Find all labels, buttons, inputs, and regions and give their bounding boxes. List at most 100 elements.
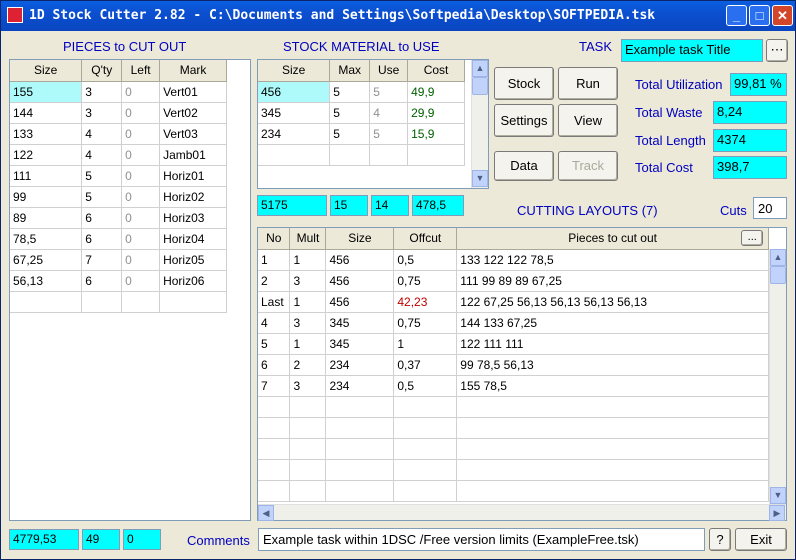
pieces-cell[interactable]: 0 bbox=[121, 186, 161, 208]
layouts-ellipsis-button[interactable]: ... bbox=[741, 230, 764, 246]
pieces-col-size[interactable]: Size bbox=[10, 60, 83, 82]
layouts-cell[interactable] bbox=[456, 459, 769, 481]
pieces-col-left[interactable]: Left bbox=[121, 60, 161, 82]
stock-cell[interactable]: 5 bbox=[329, 123, 371, 145]
comments-input[interactable]: Example task within 1DSC /Free version l… bbox=[258, 528, 705, 551]
layouts-col-size[interactable]: Size bbox=[325, 228, 395, 250]
pieces-cell[interactable]: 0 bbox=[121, 165, 161, 187]
pieces-col-qty[interactable]: Q'ty bbox=[81, 60, 123, 82]
layouts-cell[interactable] bbox=[393, 417, 458, 439]
settings-button[interactable]: Settings bbox=[494, 104, 554, 137]
pieces-cell[interactable]: 78,5 bbox=[10, 228, 83, 250]
pieces-cell[interactable] bbox=[159, 291, 227, 313]
pieces-cell[interactable]: 111 bbox=[10, 165, 83, 187]
stock-row[interactable] bbox=[258, 144, 465, 166]
layouts-cell[interactable]: 133 122 122 78,5 bbox=[456, 249, 769, 271]
pieces-row[interactable]: 99 5 0 Horiz02 bbox=[10, 186, 227, 208]
stock-col-cost[interactable]: Cost bbox=[407, 60, 465, 82]
layouts-scroll-right-icon[interactable]: ▶ bbox=[769, 505, 785, 521]
pieces-row[interactable]: 155 3 0 Vert01 bbox=[10, 81, 227, 103]
stock-cell[interactable] bbox=[258, 144, 331, 166]
layouts-cell[interactable]: 5 bbox=[258, 333, 291, 355]
layouts-cell[interactable] bbox=[258, 459, 291, 481]
layouts-row[interactable] bbox=[258, 459, 769, 481]
stock-row[interactable]: 456 5 5 49,9 bbox=[258, 81, 465, 103]
layouts-cell[interactable] bbox=[456, 480, 769, 502]
layouts-cell[interactable]: 0,5 bbox=[393, 249, 458, 271]
pieces-cell[interactable]: 4 bbox=[81, 144, 123, 166]
stock-button[interactable]: Stock bbox=[494, 67, 554, 100]
scroll-up-icon[interactable]: ▲ bbox=[472, 60, 488, 77]
layouts-cell[interactable] bbox=[393, 480, 458, 502]
stock-cell[interactable]: 5 bbox=[329, 81, 371, 103]
layouts-cell[interactable] bbox=[289, 459, 327, 481]
layouts-col-pieces[interactable]: Pieces to cut out ... bbox=[456, 228, 769, 250]
layouts-scroll-thumb[interactable] bbox=[770, 266, 786, 284]
pieces-row[interactable] bbox=[10, 291, 227, 313]
pieces-table[interactable]: Size Q'ty Left Mark 155 3 0 Vert01 144 3 0 Vert… bbox=[9, 59, 251, 521]
layouts-cell[interactable]: 234 bbox=[325, 354, 395, 376]
layouts-hscrollbar[interactable]: ◀ ▶ bbox=[258, 504, 786, 521]
layouts-cell[interactable]: 42,23 bbox=[393, 291, 458, 313]
stock-scrollbar[interactable]: ▲ ▼ bbox=[471, 60, 488, 188]
pieces-cell[interactable]: 5 bbox=[81, 165, 123, 187]
pieces-cell[interactable]: 3 bbox=[81, 102, 123, 124]
pieces-cell[interactable]: 89 bbox=[10, 207, 83, 229]
layouts-cell[interactable]: 1 bbox=[289, 249, 327, 271]
layouts-cell[interactable]: 1 bbox=[258, 249, 291, 271]
pieces-cell[interactable]: 6 bbox=[81, 228, 123, 250]
layouts-cell[interactable]: 4 bbox=[258, 312, 291, 334]
layouts-cell[interactable] bbox=[289, 417, 327, 439]
layouts-cell[interactable] bbox=[393, 459, 458, 481]
pieces-cell[interactable]: 0 bbox=[121, 228, 161, 250]
stock-col-size[interactable]: Size bbox=[258, 60, 331, 82]
pieces-cell[interactable]: Horiz03 bbox=[159, 207, 227, 229]
pieces-cell[interactable]: 155 bbox=[10, 81, 83, 103]
layouts-cell[interactable]: 99 78,5 56,13 bbox=[456, 354, 769, 376]
stock-row[interactable]: 345 5 4 29,9 bbox=[258, 102, 465, 124]
layouts-cell[interactable] bbox=[258, 438, 291, 460]
layouts-cell[interactable] bbox=[456, 438, 769, 460]
layouts-cell[interactable]: 6 bbox=[258, 354, 291, 376]
stock-cell[interactable]: 29,9 bbox=[407, 102, 465, 124]
maximize-button[interactable]: □ bbox=[749, 5, 770, 26]
layouts-row[interactable]: 2 3 456 0,75 111 99 89 89 67,25 bbox=[258, 270, 769, 292]
layouts-cell[interactable]: 345 bbox=[325, 312, 395, 334]
pieces-cell[interactable] bbox=[121, 291, 161, 313]
layouts-cell[interactable] bbox=[325, 480, 395, 502]
layouts-row[interactable]: 6 2 234 0,37 99 78,5 56,13 bbox=[258, 354, 769, 376]
layouts-row[interactable]: 5 1 345 1 122 111 111 bbox=[258, 333, 769, 355]
layouts-cell[interactable] bbox=[258, 396, 291, 418]
pieces-cell[interactable]: Jamb01 bbox=[159, 144, 227, 166]
pieces-cell[interactable] bbox=[10, 291, 83, 313]
stock-cell[interactable] bbox=[369, 144, 409, 166]
layouts-table[interactable]: No Mult Size Offcut Pieces to cut out ..… bbox=[257, 227, 787, 521]
pieces-row[interactable]: 111 5 0 Horiz01 bbox=[10, 165, 227, 187]
scroll-down-icon[interactable]: ▼ bbox=[472, 170, 488, 187]
stock-row[interactable]: 234 5 5 15,9 bbox=[258, 123, 465, 145]
layouts-cell[interactable]: 3 bbox=[289, 375, 327, 397]
stock-cell[interactable]: 5 bbox=[329, 102, 371, 124]
pieces-cell[interactable]: 6 bbox=[81, 207, 123, 229]
layouts-cell[interactable]: 1 bbox=[289, 291, 327, 313]
stock-cell[interactable]: 345 bbox=[258, 102, 331, 124]
stock-cell[interactable]: 49,9 bbox=[407, 81, 465, 103]
stock-col-use[interactable]: Use bbox=[369, 60, 409, 82]
layouts-cell[interactable]: 144 133 67,25 bbox=[456, 312, 769, 334]
pieces-cell[interactable]: 0 bbox=[121, 123, 161, 145]
pieces-cell[interactable]: Horiz01 bbox=[159, 165, 227, 187]
pieces-row[interactable]: 56,13 6 0 Horiz06 bbox=[10, 270, 227, 292]
cuts-input[interactable]: 20 bbox=[753, 197, 787, 219]
pieces-cell[interactable]: Horiz06 bbox=[159, 270, 227, 292]
app-icon[interactable] bbox=[7, 7, 23, 23]
stock-cell[interactable]: 5 bbox=[369, 123, 409, 145]
pieces-cell[interactable]: 0 bbox=[121, 102, 161, 124]
pieces-row[interactable]: 78,5 6 0 Horiz04 bbox=[10, 228, 227, 250]
stock-cell[interactable]: 4 bbox=[369, 102, 409, 124]
layouts-col-offcut[interactable]: Offcut bbox=[393, 228, 458, 250]
pieces-row[interactable]: 67,25 7 0 Horiz05 bbox=[10, 249, 227, 271]
stock-cell[interactable]: 5 bbox=[369, 81, 409, 103]
run-button[interactable]: Run bbox=[558, 67, 618, 100]
layouts-row[interactable] bbox=[258, 480, 769, 502]
view-button[interactable]: View bbox=[558, 104, 618, 137]
